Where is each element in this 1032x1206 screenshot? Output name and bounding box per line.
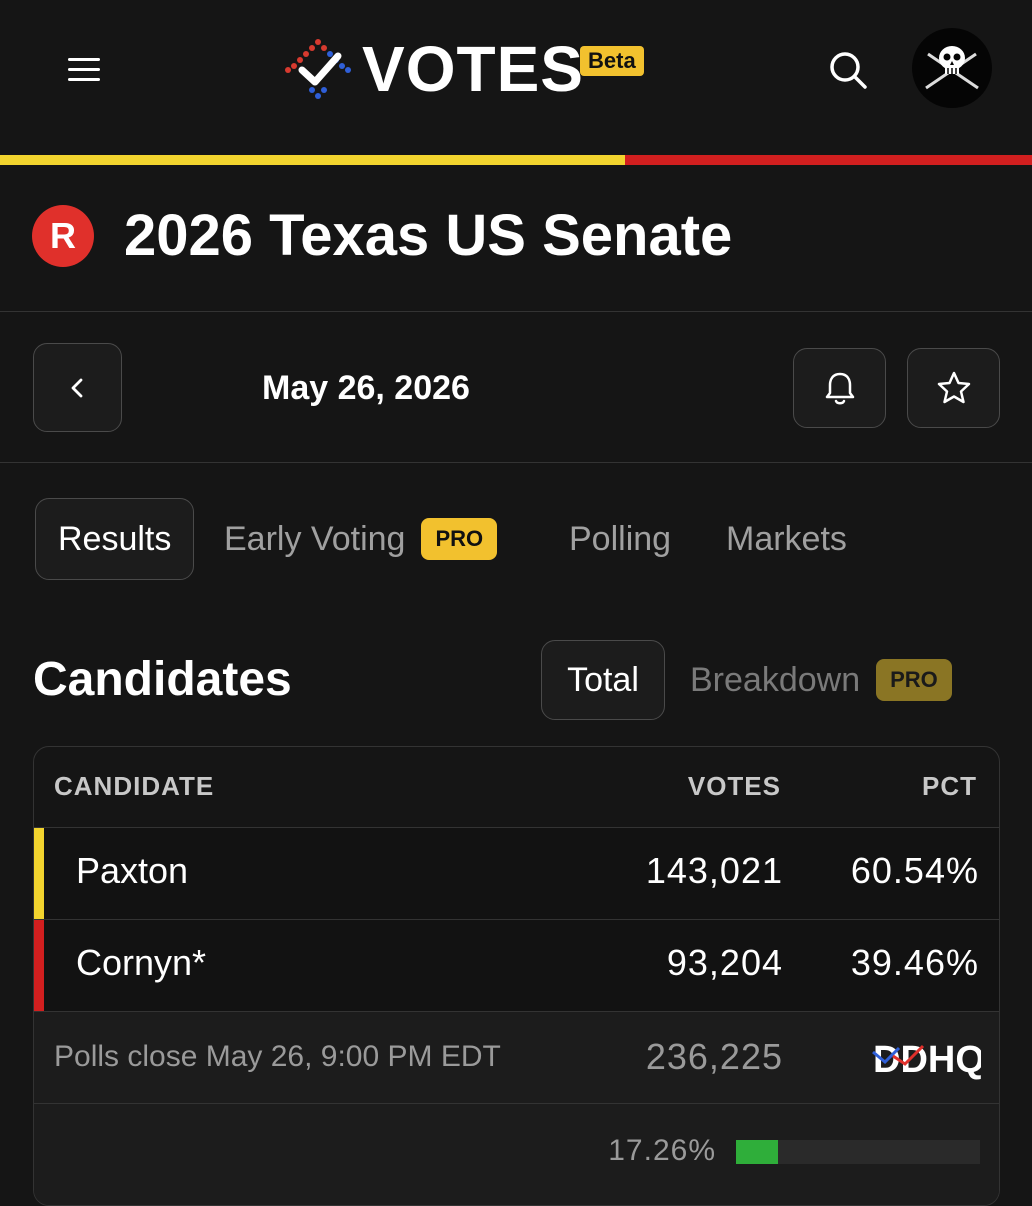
candidate-pct: 60.54% xyxy=(850,850,979,891)
toggle-total-label: Total xyxy=(567,660,639,699)
tab-markets[interactable]: Markets xyxy=(726,498,847,580)
candidate-name: Cornyn* xyxy=(76,942,207,983)
checkmark-logo-icon xyxy=(285,39,351,99)
tab-results-label: Results xyxy=(58,519,172,558)
table-row[interactable]: Cornyn* 93,204 39.46% xyxy=(34,919,999,1011)
table-row[interactable]: Paxton 143,021 60.54% xyxy=(34,827,999,919)
jolly-roger-icon xyxy=(925,46,979,90)
table-footer: Polls close May 26, 9:00 PM EDT 236,225 … xyxy=(34,1011,999,1103)
reporting-progress-bar xyxy=(736,1140,980,1164)
race-date: May 26, 2026 xyxy=(262,369,470,407)
candidate-color-bar xyxy=(34,828,44,919)
reporting-progress-fill xyxy=(736,1140,779,1164)
section-title: Candidates xyxy=(33,653,292,706)
candidate-votes: 93,204 xyxy=(666,942,783,983)
app-header: VOTES Beta xyxy=(0,0,1032,155)
column-header-candidate: CANDIDATE xyxy=(54,771,215,801)
avatar[interactable] xyxy=(912,28,992,108)
vote-share-cornyn xyxy=(624,155,1032,165)
polls-close-text: Polls close May 26, 9:00 PM EDT xyxy=(54,1040,501,1073)
chevron-left-icon xyxy=(71,378,82,397)
candidate-pct: 39.46% xyxy=(850,942,979,983)
column-header-pct: PCT xyxy=(922,771,977,801)
toggle-breakdown[interactable]: Breakdown PRO xyxy=(690,650,952,710)
tab-early-voting-label: Early Voting xyxy=(224,519,406,558)
app-logo[interactable]: VOTES xyxy=(282,34,584,104)
tab-polling-label: Polling xyxy=(569,519,672,558)
pro-badge: PRO xyxy=(876,659,952,701)
bell-icon xyxy=(825,372,854,405)
column-header-votes: VOTES xyxy=(687,771,781,801)
vote-share-strip xyxy=(0,155,1032,165)
candidate-votes: 143,021 xyxy=(645,850,783,891)
toggle-breakdown-label: Breakdown xyxy=(690,660,861,699)
total-votes: 236,225 xyxy=(645,1036,783,1077)
beta-badge: Beta xyxy=(580,46,644,76)
notify-button[interactable] xyxy=(793,348,886,428)
tab-markets-label: Markets xyxy=(726,519,847,558)
search-icon[interactable] xyxy=(826,48,870,92)
pro-badge: PRO xyxy=(421,518,498,560)
page-title: 2026 Texas US Senate xyxy=(124,203,733,268)
toggle-total[interactable]: Total xyxy=(541,640,665,720)
tab-polling[interactable]: Polling xyxy=(569,498,671,580)
app-name: VOTES xyxy=(362,33,584,105)
candidate-color-bar xyxy=(34,920,44,1011)
results-table: CANDIDATE VOTES PCT Paxton 143,021 60.54… xyxy=(33,746,1000,1206)
party-badge: R xyxy=(32,205,94,267)
candidate-name: Paxton xyxy=(76,850,189,891)
star-icon xyxy=(937,371,970,404)
ddhq-logo-text: DDHQ xyxy=(873,1039,981,1081)
tab-results[interactable]: Results xyxy=(35,498,195,580)
reporting-row: 17.26% xyxy=(34,1103,999,1205)
race-tabs: Results Early Voting PRO Polling Markets xyxy=(0,498,1032,582)
vote-share-paxton xyxy=(0,155,625,165)
hamburger-menu-icon[interactable] xyxy=(64,52,106,88)
ddhq-logo[interactable]: DDHQ xyxy=(871,1032,981,1082)
tab-early-voting[interactable]: Early Voting PRO xyxy=(224,498,498,580)
reporting-percent: 17.26% xyxy=(608,1134,716,1167)
back-button[interactable] xyxy=(33,343,122,432)
favorite-button[interactable] xyxy=(907,348,1000,428)
